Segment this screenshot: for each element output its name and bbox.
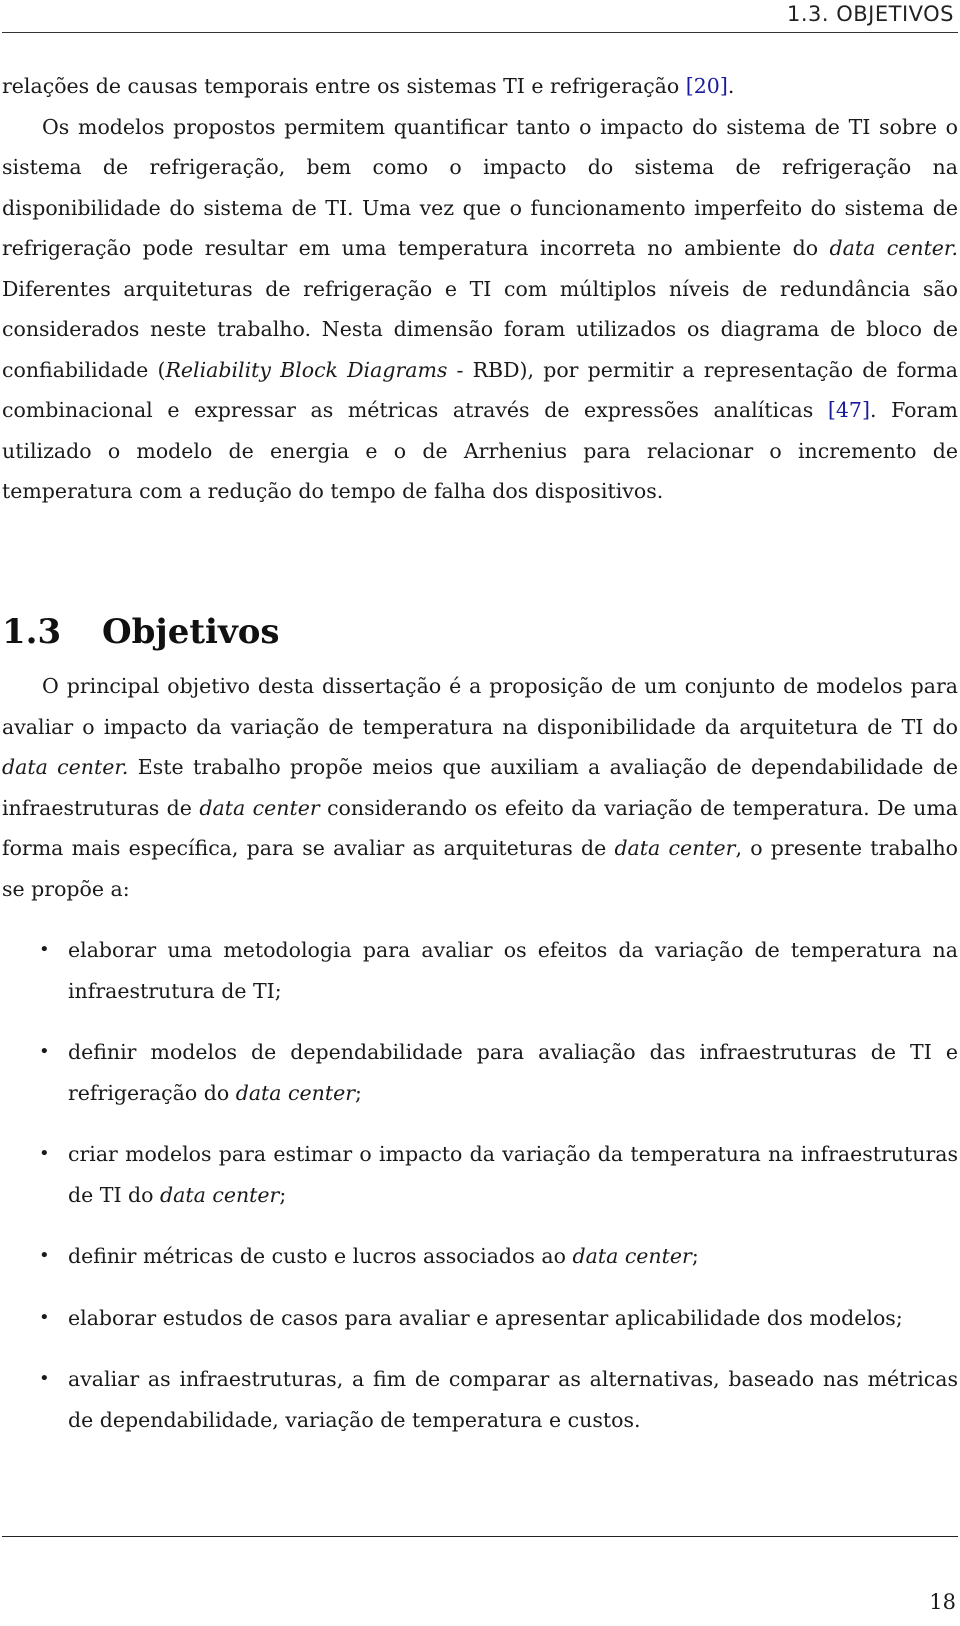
intro-text: relações de causas temporais entre os si… xyxy=(2,66,958,512)
intro-line: relações de causas temporais entre os si… xyxy=(2,74,735,98)
section-number: 1.3 xyxy=(2,612,62,652)
running-header: 1.3. OBJETIVOS xyxy=(2,0,958,33)
bullet-icon: • xyxy=(39,1143,50,1164)
page-number: 18 xyxy=(929,1590,956,1614)
objectives-paragraph: O principal objetivo desta dissertação é… xyxy=(2,674,958,901)
list-item: • definir métricas de custo e lucros asso… xyxy=(2,1236,958,1277)
running-title: 1.3. OBJETIVOS xyxy=(786,2,954,26)
bullet-icon: • xyxy=(39,1041,50,1062)
intro-paragraph: Os modelos propostos permitem quantifica… xyxy=(2,114,959,504)
section-title: Objetivos xyxy=(102,612,280,652)
list-item: • elaborar uma metodologia para avaliar o… xyxy=(2,930,958,1011)
list-item: • definir modelos de dependabilidade para… xyxy=(2,1032,958,1113)
list-item: • elaborar estudos de casos para avaliar … xyxy=(2,1298,958,1339)
list-item: • criar modelos para estimar o impacto da… xyxy=(2,1134,958,1215)
footer-divider xyxy=(2,1536,958,1537)
section-heading: 1.3 Objetivos xyxy=(2,612,280,652)
bullet-icon: • xyxy=(39,939,50,960)
objectives-list: • elaborar uma metodologia para avaliar o… xyxy=(2,930,958,1461)
bullet-icon: • xyxy=(39,1306,50,1328)
bullet-icon: • xyxy=(39,1245,50,1266)
list-item: • avaliar as infraestruturas, a fim de co… xyxy=(2,1359,958,1440)
citation-link[interactable]: [47] xyxy=(828,398,870,422)
citation-link[interactable]: [20] xyxy=(686,74,728,98)
bullet-icon: • xyxy=(39,1368,50,1389)
